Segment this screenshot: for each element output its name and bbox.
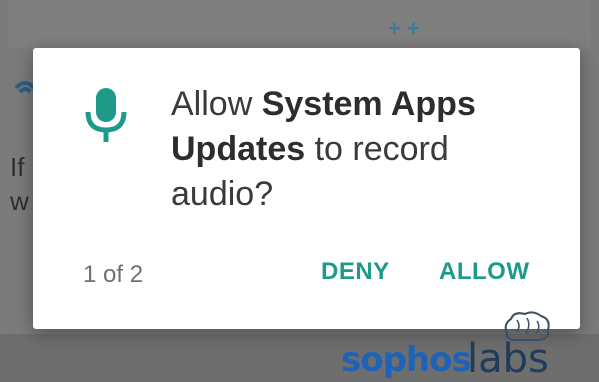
logo-brand-text: SOPHOS <box>341 340 472 380</box>
permission-message: Allow System Apps Updates to record audi… <box>171 82 551 217</box>
sophoslabs-logo: SOPHOS labs <box>341 310 591 382</box>
background-text-line-1: If <box>10 152 25 182</box>
permission-dialog: Allow System Apps Updates to record audi… <box>33 48 580 329</box>
background-plus-signs: + + <box>388 16 420 41</box>
message-prefix: Allow <box>171 85 262 123</box>
permission-counter: 1 of 2 <box>83 261 144 288</box>
allow-button[interactable]: ALLOW <box>439 258 529 286</box>
background-header: + + <box>8 0 591 48</box>
deny-button[interactable]: DENY <box>321 258 390 286</box>
microphone-icon <box>85 88 127 142</box>
background-text-line-2: w <box>10 186 29 216</box>
logo-suffix-text: labs <box>467 336 549 382</box>
